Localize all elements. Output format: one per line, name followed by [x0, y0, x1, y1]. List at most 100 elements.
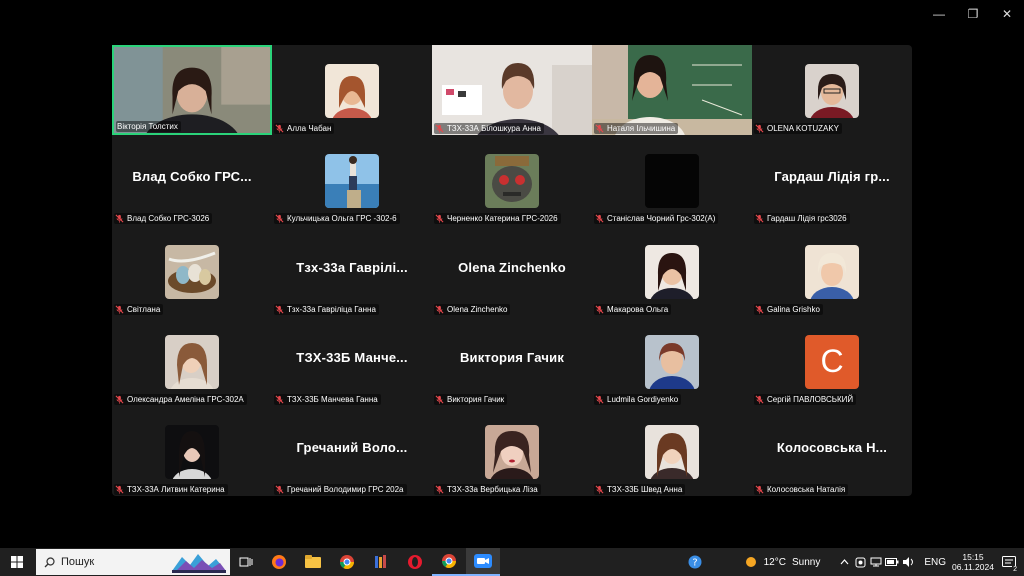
participant-name-text: ТЗХ-33а Вербицька Ліза — [447, 485, 538, 494]
mic-muted-icon — [435, 124, 444, 133]
mic-muted-icon — [755, 395, 764, 404]
participant-tile[interactable]: Виктория Гачик Виктория Гачик — [432, 316, 592, 406]
participant-tile[interactable]: Алла Чабан — [272, 45, 432, 135]
participant-avatar — [325, 64, 379, 118]
participant-name-text: ТЗХ-33А Білошкура Анна — [447, 124, 541, 133]
participant-name-text: Гречаний Володимир ГРС 202а — [287, 485, 404, 494]
volume-button[interactable] — [900, 548, 918, 576]
participant-avatar — [645, 334, 699, 389]
window-controls: — ❐ ✕ — [922, 0, 1024, 28]
mic-muted-icon — [595, 395, 604, 404]
weather-widget[interactable] — [740, 548, 762, 576]
participant-tile[interactable]: OLENA KOTUZAKY — [752, 45, 912, 135]
taskbar-chrome-active[interactable] — [432, 548, 466, 576]
participant-tile[interactable]: Колосовська Н... Колосовська Наталія — [752, 406, 912, 496]
participant-tile[interactable]: Черненко Катерина ГРС-2026 — [432, 135, 592, 225]
participant-tile[interactable]: Олександра Амеліна ГРС-302А — [112, 316, 272, 406]
books-icon — [375, 555, 386, 568]
chrome-icon — [340, 555, 354, 569]
participant-name-label: Колосовська Наталія — [754, 484, 849, 495]
participant-display-name: Колосовська Н... — [776, 440, 888, 455]
participant-avatar — [645, 425, 699, 479]
folder-icon — [305, 555, 321, 568]
network-button[interactable] — [868, 548, 884, 576]
participant-name-label: OLENA KOTUZAKY — [754, 123, 843, 134]
participant-name-label: ТЗХ-33А Білошкура Анна — [434, 123, 544, 134]
svg-text:?: ? — [692, 558, 697, 569]
participant-name-text: Ludmila Gordiyenko — [607, 394, 679, 404]
participant-tile[interactable]: Гречаний Воло... Гречаний Володимир ГРС 2… — [272, 406, 432, 496]
zoom-icon — [474, 554, 492, 568]
taskbar-firefox[interactable] — [262, 548, 296, 576]
help-button[interactable]: ? — [680, 548, 710, 576]
mic-muted-icon — [595, 485, 604, 494]
participant-name-label: Гречаний Володимир ГРС 202а — [274, 484, 407, 495]
tray-app-icon — [855, 557, 866, 567]
minimize-button[interactable]: — — [922, 0, 956, 28]
taskbar-search-box[interactable]: Пошук — [36, 549, 230, 575]
participant-tile[interactable]: Гардаш Лідія гр... Гардаш Лідія грс3026 — [752, 135, 912, 225]
participant-name-text: Алла Чабан — [287, 124, 332, 133]
participant-name-label: Станіслав Чорний Грс-302(А) — [594, 213, 719, 225]
system-tray: ? 12°C Sunny ENG 15:15 06.11.2024 2 — [680, 548, 1024, 576]
participant-tile[interactable]: С Сергій ПАВЛОВСЬКИЙ — [752, 316, 912, 406]
taskbar-library-app[interactable] — [364, 548, 398, 576]
battery-button[interactable] — [884, 548, 900, 576]
participant-avatar — [805, 64, 859, 118]
start-button[interactable] — [0, 548, 34, 576]
participant-name-label: ТЗХ-33а Вербицька Ліза — [434, 484, 541, 495]
participant-tile[interactable]: ТЗХ-33Б Манче... ТЗХ-33Б Манчева Ганна — [272, 316, 432, 406]
participant-name-text: Наталя Ільчишина — [607, 124, 676, 133]
participant-gallery: Вікторія Толстих Алла Чабан ТЗХ-33А Білошк… — [112, 45, 912, 496]
mic-muted-icon — [595, 124, 604, 133]
participant-name-text: Влад Собко ГРС-3026 — [127, 214, 210, 224]
mic-muted-icon — [275, 124, 284, 133]
notifications-button[interactable]: 2 — [994, 548, 1024, 576]
participant-tile[interactable]: Макарова Ольга — [592, 226, 752, 316]
mic-muted-icon — [435, 485, 444, 494]
participant-tile[interactable]: Кульчицька Ольга ГРС -302-6 — [272, 135, 432, 225]
participant-tile[interactable]: ТЗХ-33а Вербицька Ліза — [432, 406, 592, 496]
participant-tile[interactable]: Світлана — [112, 226, 272, 316]
participant-name-text: Макарова Ольга — [607, 304, 669, 314]
participant-tile[interactable]: ТЗХ-33А Литвин Катерина — [112, 406, 272, 496]
participant-name-label: ТЗХ-33Б Швед Анна — [594, 484, 686, 495]
participant-tile[interactable]: Ludmila Gordiyenko — [592, 316, 752, 406]
participant-name-text: Вікторія Толстих — [117, 122, 178, 131]
participant-name-text: Світлана — [127, 304, 161, 314]
tray-app-button[interactable] — [852, 548, 868, 576]
taskbar-chrome[interactable] — [330, 548, 364, 576]
notification-count-badge: 2 — [1012, 566, 1018, 573]
participant-tile[interactable]: Galina Grishko — [752, 226, 912, 316]
participant-tile[interactable]: Тзх-33а Гаврілі... Тзх-33а Гавріліца Ганн… — [272, 226, 432, 316]
input-language[interactable]: ENG — [924, 557, 946, 568]
task-view-button[interactable] — [230, 548, 262, 576]
participant-tile[interactable]: Влад Собко ГРС... Влад Собко ГРС-3026 — [112, 135, 272, 225]
close-button[interactable]: ✕ — [990, 0, 1024, 28]
mic-muted-icon — [115, 395, 124, 404]
participant-name-text: Galina Grishko — [767, 304, 820, 314]
participant-name-text: Олександра Амеліна ГРС-302А — [127, 394, 244, 404]
taskbar-file-explorer[interactable] — [296, 548, 330, 576]
participant-tile[interactable]: ТЗХ-33Б Швед Анна — [592, 406, 752, 496]
mic-muted-icon — [435, 214, 444, 223]
participant-tile[interactable]: Станіслав Чорний Грс-302(А) — [592, 135, 752, 225]
participant-tile[interactable]: ТЗХ-33А Білошкура Анна — [432, 45, 592, 135]
taskbar-zoom-active[interactable] — [466, 548, 500, 576]
taskbar-clock[interactable]: 15:15 06.11.2024 — [952, 552, 994, 572]
participant-tile[interactable]: Вікторія Толстих — [112, 45, 272, 135]
participant-tile[interactable]: Наталя Ільчишина — [592, 45, 752, 135]
participant-name-text: Виктория Гачик — [447, 394, 505, 404]
taskbar-opera[interactable] — [398, 548, 432, 576]
participant-tile[interactable]: Olena Zinchenko Olena Zinchenko — [432, 226, 592, 316]
participant-name-text: Тзх-33а Гавріліца Ганна — [287, 304, 376, 314]
participant-name-text: Кульчицька Ольга ГРС -302-6 — [287, 214, 397, 224]
participant-initial-avatar: С — [805, 334, 859, 389]
participant-name-label: ТЗХ-33А Литвин Катерина — [114, 484, 228, 495]
participant-name-label: Тзх-33а Гавріліца Ганна — [274, 303, 379, 315]
mic-muted-icon — [755, 124, 764, 133]
weather-description: Sunny — [791, 556, 821, 568]
participant-name-label: Влад Собко ГРС-3026 — [114, 213, 213, 225]
restore-button[interactable]: ❐ — [956, 0, 990, 28]
show-hidden-icons-button[interactable] — [836, 548, 852, 576]
